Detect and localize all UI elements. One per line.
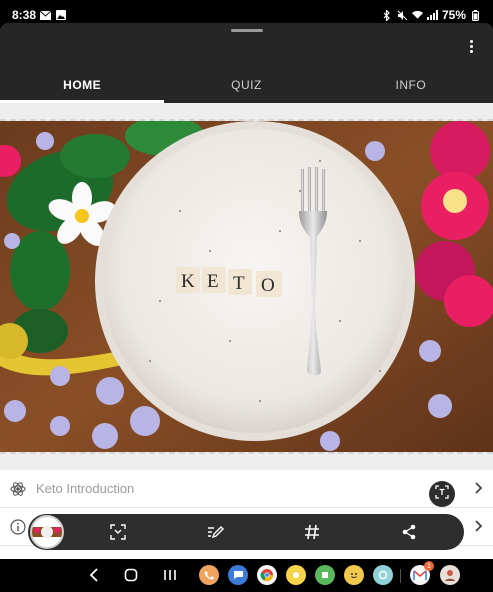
tab-quiz[interactable]: QUIZ	[164, 67, 328, 103]
tile-e: E	[207, 271, 219, 292]
text-scan-icon	[435, 484, 449, 504]
edit-icon[interactable]	[205, 522, 225, 542]
battery-level: 75%	[441, 8, 466, 22]
bluetooth-icon	[382, 9, 393, 21]
list-item-keto-introduction[interactable]: Keto Introduction	[0, 470, 493, 508]
tab-bar: HOME QUIZ INFO	[0, 67, 493, 103]
battery-icon	[470, 9, 481, 21]
screenshot-thumbnail[interactable]	[30, 515, 64, 549]
keto-banner-image: K E T O	[0, 121, 493, 452]
gmail-badge: 1	[424, 561, 434, 571]
screen: 8:38 75% HOME QUIZ INFO K E T O Keto Int…	[0, 0, 493, 592]
emoji-app-icon[interactable]	[344, 565, 364, 585]
banner-torn-edge-bottom	[0, 452, 493, 470]
recents-icon[interactable]	[161, 566, 179, 584]
home-icon[interactable]	[122, 566, 140, 584]
tile-k: K	[181, 271, 195, 292]
tile-o: O	[261, 275, 275, 296]
banner-torn-edge-top	[0, 103, 493, 121]
chrome-app-icon[interactable]	[257, 565, 277, 585]
keto-tiles: K E T O	[176, 267, 282, 297]
clock: 8:38	[12, 8, 37, 22]
teal-app-icon[interactable]	[373, 565, 393, 585]
back-icon[interactable]	[85, 566, 103, 584]
tab-home[interactable]: HOME	[0, 67, 165, 103]
chevron-right-icon	[475, 481, 483, 497]
notification-icon	[40, 10, 52, 21]
phone-app-icon[interactable]	[199, 565, 219, 585]
mute-icon	[397, 10, 408, 21]
wifi-icon	[411, 10, 423, 21]
list-item-label: Keto Introduction	[36, 481, 135, 496]
text-scan-button[interactable]	[429, 481, 455, 507]
app-bar: HOME QUIZ INFO	[0, 23, 493, 103]
green-app-icon[interactable]	[315, 565, 335, 585]
avatar-app-icon[interactable]	[440, 565, 460, 585]
tile-t: T	[233, 273, 245, 294]
yellow-app-icon[interactable]	[286, 565, 306, 585]
hashtag-icon[interactable]	[302, 522, 322, 542]
image-icon	[55, 10, 66, 21]
scan-icon[interactable]	[108, 522, 128, 542]
chevron-right-icon	[475, 519, 483, 535]
capture-toolbar	[28, 514, 464, 550]
signal-icon	[426, 10, 438, 21]
gmail-app-icon[interactable]: 1	[410, 561, 434, 585]
drag-handle[interactable]	[231, 29, 263, 32]
tab-info[interactable]: INFO	[329, 67, 493, 103]
system-nav-bar: 1	[0, 559, 493, 592]
messages-app-icon[interactable]	[228, 565, 248, 585]
nav-divider	[400, 569, 401, 583]
share-icon[interactable]	[399, 522, 419, 542]
more-options-icon[interactable]	[463, 38, 479, 54]
atom-icon	[0, 481, 36, 497]
